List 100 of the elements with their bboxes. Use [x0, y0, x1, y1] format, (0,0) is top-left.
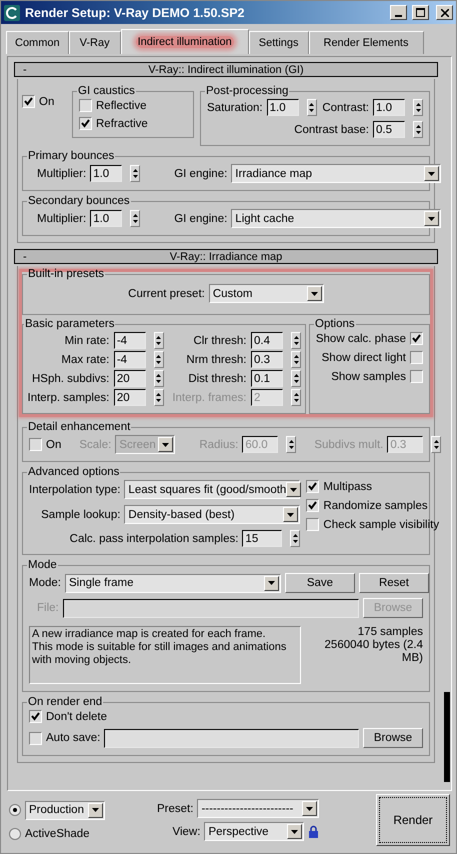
field-label: Multiplier: — [37, 212, 86, 224]
radio-button[interactable] — [9, 828, 21, 840]
check-icon — [308, 501, 318, 510]
number-field[interactable]: 0.4 — [251, 332, 283, 349]
radio-button[interactable] — [9, 804, 21, 816]
dropdown-arrow-button[interactable] — [306, 286, 322, 301]
checkbox[interactable] — [306, 480, 320, 493]
tab[interactable]: V-Ray — [68, 31, 121, 54]
field-label: Scale: — [79, 438, 112, 450]
number-field[interactable]: 1.0 — [373, 99, 405, 116]
number-field[interactable]: 0.3 — [251, 351, 283, 368]
checkbox[interactable] — [410, 370, 423, 383]
checkbox[interactable] — [79, 117, 92, 130]
field-label: Min rate: — [64, 334, 110, 346]
tab[interactable]: Render Elements — [308, 31, 424, 54]
number-field[interactable]: 1.0 — [90, 165, 122, 182]
up-down-arrows-icon — [132, 168, 138, 179]
rollout-header[interactable]: - V-Ray:: Indirect illumination (GI) — [14, 62, 438, 77]
dropdown[interactable]: Production — [25, 800, 105, 820]
number-field[interactable]: 20 — [114, 370, 146, 387]
tab[interactable]: Indirect illumination — [120, 29, 249, 54]
field-label: GI engine: — [174, 212, 228, 224]
spinner-button[interactable] — [286, 436, 296, 453]
dropdown-arrow-button[interactable] — [264, 576, 279, 590]
dropdown[interactable]: Single frame — [64, 574, 281, 592]
number-field[interactable]: 0.1 — [251, 370, 283, 387]
reset-button[interactable]: Reset — [358, 573, 429, 593]
dropdown-arrow-button[interactable] — [302, 801, 318, 816]
field-label: Interpolation type: — [29, 484, 120, 496]
render-button[interactable]: Render — [376, 794, 450, 846]
dropdown[interactable]: Custom — [208, 284, 324, 303]
spinner-button[interactable] — [413, 99, 423, 116]
dropdown[interactable]: Least squares fit (good/smooth — [124, 480, 300, 499]
up-down-arrows-icon — [156, 373, 162, 384]
rollout-header[interactable]: - V-Ray:: Irradiance map — [14, 249, 438, 264]
spinner-button[interactable] — [291, 332, 301, 349]
browse-button[interactable]: Browse — [363, 728, 423, 748]
dropdown-arrow-button[interactable] — [287, 824, 302, 839]
checkbox-label: Don't delete — [46, 710, 108, 722]
close-button[interactable] — [436, 5, 453, 20]
maximize-button[interactable] — [412, 5, 429, 20]
lock-icon[interactable] — [308, 824, 320, 838]
dropdown-arrow-button[interactable] — [424, 166, 440, 181]
minimize-button[interactable] — [390, 5, 407, 20]
caret-icon — [162, 442, 170, 446]
number-field[interactable]: 0.5 — [373, 121, 405, 138]
tab[interactable]: Common — [6, 31, 69, 54]
checkbox-label: Randomize samples — [323, 500, 428, 512]
number-field[interactable]: 15 — [242, 530, 282, 547]
spinner-button[interactable] — [130, 165, 140, 182]
checkbox-label: On — [46, 438, 62, 450]
checkbox[interactable] — [410, 332, 423, 345]
dropdown[interactable]: ------------------------ — [197, 799, 320, 818]
dropdown[interactable]: Density-based (best) — [124, 505, 300, 524]
number-field[interactable]: 1.0 — [90, 210, 122, 227]
spinner-button[interactable] — [290, 530, 300, 547]
checkbox[interactable] — [29, 732, 42, 744]
spinner-button[interactable] — [291, 351, 301, 368]
up-down-arrows-icon — [309, 102, 314, 113]
spinner-button[interactable] — [154, 389, 164, 406]
spinner-button[interactable] — [291, 389, 301, 406]
dropdown-arrow-button[interactable] — [286, 482, 302, 497]
spinner-button[interactable] — [413, 121, 423, 138]
dropdown-arrow-button[interactable] — [88, 802, 103, 818]
spinner-button[interactable] — [154, 332, 164, 349]
dropdown[interactable]: Light cache — [231, 209, 442, 228]
checkbox-label: Show direct light — [322, 352, 406, 364]
field-label: View: — [172, 826, 200, 838]
caret-icon — [291, 830, 298, 834]
checkbox[interactable] — [410, 351, 423, 364]
spinner-button[interactable] — [130, 210, 140, 227]
checkbox[interactable] — [29, 710, 42, 723]
number-field[interactable]: 1.0 — [266, 99, 299, 116]
checkbox[interactable] — [79, 99, 92, 112]
spinner-button[interactable] — [431, 436, 442, 453]
tab[interactable]: Settings — [248, 31, 308, 54]
minimize-icon — [395, 15, 402, 17]
checkbox[interactable] — [306, 499, 320, 512]
dropdown-arrow-button[interactable] — [283, 507, 298, 522]
spinner-button[interactable] — [291, 370, 301, 387]
spinner-button[interactable] — [154, 370, 164, 387]
auto-save-field[interactable] — [104, 728, 359, 748]
save-button[interactable]: Save — [284, 573, 355, 593]
spinner-button[interactable] — [154, 351, 164, 368]
dropdown[interactable]: Irradiance map — [231, 164, 442, 183]
spinner-button[interactable] — [306, 99, 317, 116]
dropdown[interactable]: Perspective — [204, 822, 304, 841]
up-down-arrows-icon — [294, 392, 298, 403]
checkbox-label: Check sample visibility — [323, 518, 440, 530]
number-field[interactable]: -4 — [114, 351, 146, 368]
field-label: Current preset: — [128, 288, 205, 300]
mode-description: A new irradiance map is created for each frame. This mode is suitable for still images and animations with moving objects. — [29, 626, 301, 684]
up-down-arrows-icon — [156, 392, 162, 403]
field-label: Contrast base: — [294, 124, 369, 136]
number-field[interactable]: -4 — [114, 332, 146, 349]
number-field[interactable]: 20 — [114, 389, 146, 406]
checkbox[interactable] — [22, 95, 35, 108]
checkbox[interactable] — [306, 518, 320, 531]
dropdown-arrow-button[interactable] — [424, 211, 440, 226]
checkbox-label: Reflective — [96, 100, 146, 112]
